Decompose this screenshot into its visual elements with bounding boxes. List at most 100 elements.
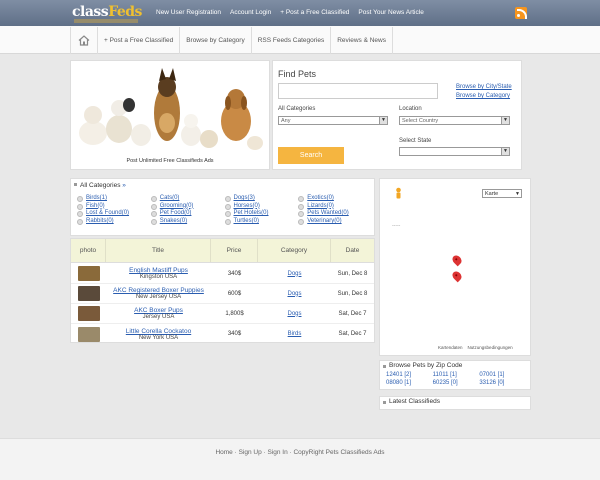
- state-select[interactable]: ▼: [399, 147, 510, 156]
- listing-category-link[interactable]: Birds: [288, 331, 302, 337]
- map-type-select[interactable]: Karte ▼: [482, 189, 522, 198]
- listing-date: Sat, Dec 7: [338, 331, 367, 337]
- top-nav: New User Registration Account Login + Po…: [156, 9, 424, 16]
- category-item-pet-hotels[interactable]: Pet Hotels(0): [224, 210, 299, 218]
- listing-photo[interactable]: [77, 266, 100, 281]
- category-item-cats[interactable]: Cats(0): [150, 195, 225, 203]
- categories-title: All Categories »: [80, 182, 126, 189]
- col-category[interactable]: Category: [258, 239, 331, 262]
- col-price[interactable]: Price: [211, 239, 258, 262]
- listing-title-link[interactable]: English Mastiff Pups: [106, 267, 211, 274]
- category-item-snakes[interactable]: Snakes(0): [150, 218, 225, 226]
- bullet-icon: [224, 203, 231, 210]
- search-input[interactable]: [278, 83, 438, 99]
- nav-post-free-classified[interactable]: + Post a Free Classified: [280, 9, 349, 16]
- listing-location: New York USA: [138, 334, 179, 341]
- chevron-down-icon: ▼: [379, 117, 387, 124]
- country-select-value: Select Country: [402, 118, 439, 124]
- listing-photo[interactable]: [77, 326, 100, 342]
- category-select-value: Any: [281, 118, 291, 124]
- search-button[interactable]: Search: [278, 147, 344, 164]
- listing-location: Kingston USA: [139, 274, 178, 280]
- zip-link[interactable]: 11011 [1]: [433, 371, 480, 379]
- zip-link[interactable]: 12401 [2]: [386, 371, 433, 379]
- nav-post-news-article[interactable]: Post Your News Article: [358, 9, 423, 16]
- category-item-horses[interactable]: Horses(0): [224, 203, 299, 211]
- zip-link[interactable]: 08080 [1]: [386, 379, 433, 387]
- listing-photo[interactable]: [77, 306, 100, 321]
- nav-account-login[interactable]: Account Login: [230, 9, 271, 16]
- categories-panel: All Categories » Birds(1) Cats(0) Dogs(3…: [70, 178, 375, 236]
- latest-title: Latest Classifieds: [389, 398, 440, 405]
- map-pin-icon[interactable]: [450, 269, 464, 283]
- subnav-post-free-classified[interactable]: + Post a Free Classified: [98, 27, 181, 54]
- browse-links: Browse by City/State Browse by Category: [456, 83, 512, 101]
- top-header: classFeds New User Registration Account …: [0, 0, 600, 26]
- listing-title-link[interactable]: AKC Boxer Pups: [106, 307, 211, 314]
- map-data-label[interactable]: Kartendaten: [438, 345, 463, 350]
- listing-date: Sat, Dec 7: [338, 310, 367, 317]
- subnav-reviews-news[interactable]: Reviews & News: [331, 27, 393, 54]
- subnav-rss-feeds-categories[interactable]: RSS Feeds Categories: [252, 27, 332, 54]
- listing-photo[interactable]: [77, 286, 100, 301]
- rss-icon[interactable]: [515, 7, 527, 19]
- browse-by-city-link[interactable]: Browse by City/State: [456, 84, 512, 90]
- bullet-icon: [298, 211, 305, 218]
- category-item-turtles[interactable]: Turtles(0): [224, 218, 299, 226]
- listing-price: 600$: [227, 290, 242, 297]
- map-terms-label[interactable]: Nutzungsbedingungen: [468, 345, 513, 350]
- map-panel[interactable]: ----- Karte ▼ Kartendaten Nutzungsbedingu…: [379, 178, 531, 356]
- bullet-icon: [298, 218, 305, 225]
- bullet-icon: [224, 218, 231, 225]
- category-item-exotics[interactable]: Exotics(0): [298, 195, 372, 203]
- col-title[interactable]: Title: [106, 239, 211, 262]
- listing-title-link[interactable]: AKC Registered Boxer Puppies: [106, 287, 211, 294]
- categories-grid: Birds(1) Cats(0) Dogs(3) Exotics(0) Fish…: [77, 195, 372, 226]
- bullet-icon: [150, 195, 157, 202]
- zip-link[interactable]: 33126 [0]: [479, 379, 526, 387]
- sub-nav-items: + Post a Free Classified Browse by Categ…: [98, 27, 393, 54]
- category-item-rabbits[interactable]: Rabbits(0): [77, 218, 151, 226]
- logo-underline: [74, 19, 138, 23]
- section-bullet-icon: [383, 365, 386, 368]
- zip-link[interactable]: 60235 [0]: [433, 379, 480, 387]
- country-select[interactable]: Select Country ▼: [399, 116, 510, 125]
- category-item-lost-found[interactable]: Lost & Found(0): [77, 210, 151, 218]
- listing-category-link[interactable]: Dogs: [287, 291, 301, 297]
- col-date[interactable]: Date: [331, 239, 374, 262]
- table-row: Little Corella Cockatoo New York USA 340$…: [71, 324, 374, 344]
- zip-link[interactable]: 07001 [1]: [479, 371, 526, 379]
- nav-new-user-registration[interactable]: New User Registration: [156, 9, 221, 16]
- category-item-veterinary[interactable]: Veterinary(0): [298, 218, 372, 226]
- bullet-icon: [224, 195, 231, 202]
- category-item-birds[interactable]: Birds(1): [77, 195, 151, 203]
- category-item-fish[interactable]: Fish(0): [77, 203, 151, 211]
- map-pin-icon[interactable]: [450, 253, 464, 267]
- bullet-icon: [298, 203, 305, 210]
- listing-price: 340$: [227, 331, 242, 337]
- category-item-lizards[interactable]: Lizards(0): [298, 203, 372, 211]
- listing-category-link[interactable]: Dogs: [287, 311, 301, 317]
- table-row: English Mastiff Pups Kingston USA 340$ Do…: [71, 264, 374, 284]
- table-row: AKC Registered Boxer Puppies New Jersey U…: [71, 284, 374, 304]
- listing-title-link[interactable]: Little Corella Cockatoo: [106, 328, 211, 335]
- category-select[interactable]: Any ▼: [278, 116, 388, 125]
- categories-label: All Categories: [278, 106, 316, 112]
- pegman-icon[interactable]: [395, 187, 402, 201]
- site-logo[interactable]: classFeds: [72, 4, 142, 23]
- map-zoom-control[interactable]: -----: [392, 223, 400, 229]
- find-pets-title: Find Pets: [278, 69, 317, 79]
- section-bullet-icon: [74, 183, 77, 186]
- browse-by-category-link[interactable]: Browse by Category: [456, 93, 510, 99]
- listings-table: photo Title Price Category Date English …: [70, 238, 375, 343]
- listing-category-link[interactable]: Dogs: [287, 271, 301, 277]
- subnav-browse-by-category[interactable]: Browse by Category: [180, 27, 252, 54]
- category-item-dogs[interactable]: Dogs(3): [224, 195, 299, 203]
- category-item-pets-wanted[interactable]: Pets Wanted(0): [298, 210, 372, 218]
- table-row: AKC Boxer Pups Jersey USA 1,800$ Dogs Sat…: [71, 304, 374, 324]
- bullet-icon: [77, 195, 83, 202]
- footer-links[interactable]: Home · Sign Up · Sign In · CopyRight Pet…: [0, 449, 600, 456]
- home-button[interactable]: [70, 27, 98, 54]
- category-item-grooming[interactable]: Grooming(0): [150, 203, 225, 211]
- category-item-pet-food[interactable]: Pet Food(0): [150, 210, 225, 218]
